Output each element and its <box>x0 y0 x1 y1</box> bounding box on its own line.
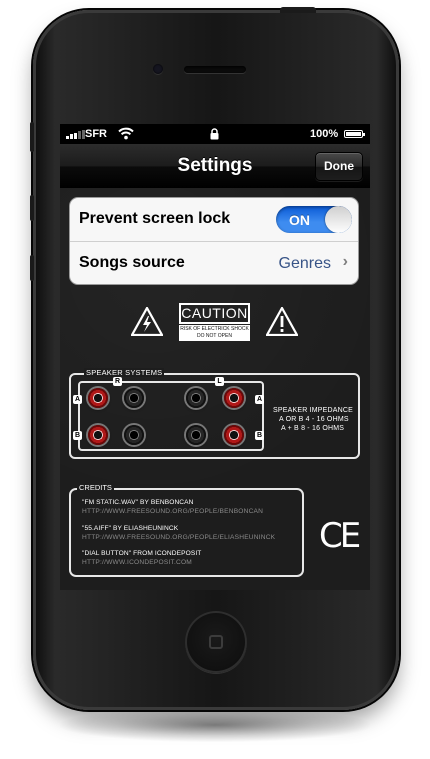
volume-up-button <box>30 195 34 221</box>
power-button <box>280 7 316 13</box>
jack-label-b-left: B <box>73 431 82 440</box>
screen: SFR 100% Settings Done Prevent screen lo… <box>60 124 370 590</box>
credit-link-1[interactable]: HTTP://WWW.FREESOUND.ORG/PEOPLE/BENBONCA… <box>82 508 263 515</box>
wifi-icon <box>118 127 134 143</box>
jack-label-r: R <box>113 377 122 386</box>
impedance-row-1: A OR B 4 - 16 OHMS <box>279 416 349 423</box>
earpiece-speaker <box>184 66 246 73</box>
caution-text: RISK OF ELECTRICK SHOCK DO NOT OPEN <box>179 325 250 341</box>
ce-mark: CE <box>319 516 361 556</box>
lock-icon <box>210 128 219 143</box>
impedance-row-2: A + B 8 - 16 OHMS <box>281 425 345 432</box>
caution-line-1: RISK OF ELECTRICK SHOCK <box>180 326 249 332</box>
prevent-screen-lock-row: Prevent screen lock ON <box>70 198 358 242</box>
carrier-name: SFR <box>85 128 107 140</box>
prevent-screen-lock-label: Prevent screen lock <box>79 210 231 227</box>
credit-name-2: "55.AIFF" BY ELIASHEUNINCK <box>82 525 179 532</box>
caution-line-2: DO NOT OPEN <box>197 333 232 339</box>
toggle-knob <box>325 206 352 233</box>
jack-label-a-left: A <box>73 395 82 404</box>
mute-switch <box>30 122 34 152</box>
toggle-state-text: ON <box>289 212 310 228</box>
battery-percent: 100% <box>310 128 339 140</box>
credits-title: CREDITS <box>77 483 114 492</box>
jack-l-a-negative <box>186 388 206 408</box>
prevent-screen-lock-toggle[interactable]: ON <box>276 206 352 233</box>
settings-content: Prevent screen lock ON Songs source Genr… <box>60 188 370 590</box>
home-button[interactable] <box>185 611 247 673</box>
volume-down-button <box>30 255 34 281</box>
credit-name-1: "FM STATIC.WAV" BY BENBONCAN <box>82 499 194 506</box>
jack-l-b-positive <box>224 425 244 445</box>
signal-icon <box>66 130 85 139</box>
credit-link-2[interactable]: HTTP://WWW.FREESOUND.ORG/PEOPLE/ELIASHEU… <box>82 534 275 541</box>
jack-label-b-right: B <box>255 431 264 440</box>
caution-label: CAUTION RISK OF ELECTRICK SHOCK DO NOT O… <box>179 303 250 341</box>
songs-source-row[interactable]: Songs source Genres › <box>70 242 358 284</box>
chevron-right-icon: › <box>342 253 348 270</box>
jack-r-b-positive <box>88 425 108 445</box>
battery-icon <box>344 130 365 138</box>
settings-group: Prevent screen lock ON Songs source Genr… <box>69 197 359 285</box>
jack-l-b-negative <box>186 425 206 445</box>
songs-source-value: Genres <box>278 255 331 272</box>
jack-label-a-right: A <box>255 395 264 404</box>
jack-l-a-positive <box>224 388 244 408</box>
electric-shock-warning-icon <box>131 307 163 336</box>
impedance-heading: SPEAKER IMPEDANCE <box>273 407 354 414</box>
credit-name-3: "DIAL BUTTON" FROM ICONDEPOSIT <box>82 550 202 557</box>
phone-shadow <box>60 708 370 742</box>
front-camera <box>153 64 163 74</box>
caution-title: CAUTION <box>179 303 250 324</box>
exclamation-warning-icon <box>266 307 298 336</box>
jack-r-a-positive <box>88 388 108 408</box>
status-bar: SFR 100% <box>60 124 370 144</box>
navigation-bar: Settings Done <box>60 144 370 189</box>
done-button[interactable]: Done <box>315 152 363 181</box>
credit-link-3[interactable]: HTTP://WWW.ICONDEPOSIT.COM <box>82 559 192 566</box>
songs-source-label: Songs source <box>79 254 185 271</box>
jack-r-a-negative <box>124 388 144 408</box>
jack-label-l: L <box>215 377 224 386</box>
jack-r-b-negative <box>124 425 144 445</box>
speaker-systems-title: SPEAKER SYSTEMS <box>84 368 165 377</box>
